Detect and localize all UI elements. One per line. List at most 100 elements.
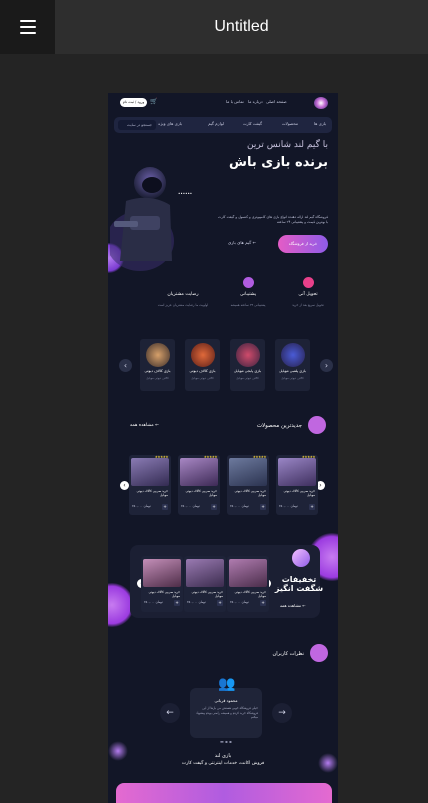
category-item[interactable]: بازی های ویژه [158,121,182,126]
section-icon [308,416,326,434]
carousel-next-button[interactable]: › [320,359,333,372]
hero-title: برنده بازی باش [229,155,328,170]
feature-desc: تحویل سریع بعد از خرید [292,303,324,307]
add-to-cart-icon[interactable]: + [162,504,168,510]
arrow-left-icon: ← [252,240,257,245]
app-bar: Untitled [0,0,428,54]
category-item[interactable]: لوازم گیم [208,121,224,126]
feature-title: پشتیبانی [239,292,257,297]
game-image [236,343,260,367]
game-title: بازی پلمبی موبایل [279,369,306,373]
discount-name: خرید سی‌پی کالاف دیوتی موبایل [234,590,266,598]
game-card[interactable]: بازی پلمبی موبایل کالاف دیوتی موبایل [275,339,310,391]
add-to-cart-icon[interactable]: + [174,600,180,606]
game-title: بازی کالاف دیوتی [144,369,171,373]
add-to-cart-icon[interactable]: + [260,600,266,606]
discount-see-all[interactable]: مشاهده همه ← [280,603,306,608]
reviews-title: نظرات کاربران [272,651,304,657]
section-title: جدیدترین محصولات [256,423,302,429]
feature-item: پشتیبانی پشتیبانی ۲۴ ساعته همیشه [218,277,278,307]
product-price: ۲۵۰,۰۰۰ تومان [230,504,249,508]
rating-stars: ★★★★★ [252,455,267,459]
search-input[interactable]: جستجو در سایت [118,120,156,130]
product-image [180,458,218,486]
discount-card[interactable]: خرید سی‌پی کالاف دیوتی موبایل ۲۵۰,۰۰۰ تو… [184,556,226,612]
hero-description: فروشگاه گیم لند ارائه دهنده انواع بازی ه… [218,215,328,224]
hero-subtitle: با گیم لند شانس ترین [247,140,328,150]
games-button[interactable]: گیم های بازی ← [228,240,256,245]
product-name: خرید سی‌پی کالاف دیوتی موبایل [185,489,217,497]
feature-desc: پشتیبانی ۲۴ ساعته همیشه [230,303,266,307]
add-to-cart-icon[interactable]: + [260,504,266,510]
product-card[interactable]: ★★★★★ خرید سی‌پی کالاف دیوتی موبایل ۲۵۰,… [178,455,220,515]
nav-link[interactable]: صفحه اصلی [266,99,287,104]
rating-stars: ★★★★★ [203,455,218,459]
feature-title: تحویل آنی [298,292,318,297]
rating-stars: ★★★★★ [154,455,169,459]
shop-button[interactable]: خرید از فروشگاه [278,235,328,253]
game-sub: کالاف دیوتی موبایل [191,376,214,380]
site-logo[interactable] [314,97,328,109]
product-card[interactable]: ★★★★★ خرید سی‌پی کالاف دیوتی موبایل ۲۵۰,… [129,455,171,515]
add-to-cart-icon[interactable]: + [309,504,315,510]
products-prev-button[interactable]: ‹ [120,481,129,490]
category-item[interactable]: گیفت کارت [243,121,262,126]
support-icon [242,277,254,288]
nav-link[interactable]: درباره ما [248,99,263,104]
hamburger-icon[interactable] [0,0,55,54]
reviews-icon [310,644,328,662]
discount-image [186,559,224,587]
astronaut-illustration [110,167,174,271]
product-card[interactable]: ★★★★★ خرید سی‌پی کالاف دیوتی موبایل ۲۵۰,… [227,455,269,515]
discount-icon [292,549,310,567]
product-name: خرید سی‌پی کالاف دیوتی موبایل [283,489,315,497]
discount-title: تخفیفات شگفت انگیز [274,575,324,593]
game-image [191,343,215,367]
game-card[interactable]: بازی کالاف دیوتی کالاف دیوتی موبایل [140,339,175,391]
reviews-next-button[interactable]: → [272,703,292,723]
discount-name: خرید سی‌پی کالاف دیوتی موبایل [191,590,223,598]
rating-stars: ★★★★★ [301,455,316,459]
game-sub: کالاف دیوتی موبایل [146,376,169,380]
add-to-cart-icon[interactable]: + [211,504,217,510]
page-preview[interactable]: تماس با ما درباره ما صفحه اصلی 🛒 ورود / … [108,93,338,803]
product-price: ۲۵۰,۰۰۰ تومان [181,504,200,508]
cart-icon[interactable]: 🛒 [150,98,157,105]
add-to-cart-icon[interactable]: + [217,600,223,606]
review-text: خیلی فروشگاه خوبی هستش من بارها از این ف… [196,706,258,720]
category-bar: بازی ها محصولات گیفت کارت لوازم گیم بازی… [114,117,332,133]
user-avatar-icon: 👥 [218,676,236,692]
game-image [281,343,305,367]
product-image [131,458,169,486]
footer-tagline: فروش اکانت، خدمات اینترنتی و گیفت کارت [181,761,265,766]
see-all-link[interactable]: مشاهده همه ← [130,423,159,428]
carousel-prev-button[interactable]: ‹ [119,359,132,372]
product-name: خرید سی‌پی کالاف دیوتی موبایل [136,489,168,497]
category-item[interactable]: محصولات [282,121,298,126]
discount-price: ۲۵۰,۰۰۰ تومان [144,600,163,604]
reviewer-name: محمود قربانی [214,698,238,703]
discount-card[interactable]: خرید سی‌پی کالاف دیوتی موبایل ۲۵۰,۰۰۰ تو… [227,556,269,612]
game-title: بازی پابجی موبایل [234,369,261,373]
discount-price: ۲۵۰,۰۰۰ تومان [187,600,206,604]
game-card[interactable]: بازی کالاف دیوتی کالاف دیوتی موبایل [185,339,220,391]
discount-image [143,559,181,587]
game-sub: کالاف دیوتی موبایل [281,376,304,380]
product-card[interactable]: ★★★★★ خرید سی‌پی کالاف دیوتی موبایل ۲۵۰,… [276,455,318,515]
feature-desc: اولویت ما رضایت مشتریان عزیز است [157,303,209,307]
discount-card[interactable]: خرید سی‌پی کالاف دیوتی موبایل ۲۵۰,۰۰۰ تو… [141,556,183,612]
see-all-label: مشاهده همه [130,423,154,428]
login-button[interactable]: ورود / ثبت نام [120,98,147,107]
feature-item: رضایت مشتریان اولویت ما رضایت مشتریان عز… [153,277,213,307]
game-sub: کالاف دیوتی موبایل [236,376,259,380]
games-button-label: گیم های بازی [228,240,252,245]
reviews-prev-button[interactable]: ← [160,703,180,723]
pagination-dots: ▬ ▪ ▪ [220,739,232,744]
discount-see-all-label: مشاهده همه [280,603,302,608]
game-card[interactable]: بازی پابجی موبایل کالاف دیوتی موبایل [230,339,265,391]
nav-link[interactable]: تماس با ما [226,99,244,104]
product-name: خرید سی‌پی کالاف دیوتی موبایل [234,489,266,497]
category-item[interactable]: بازی ها [314,121,326,126]
satisfaction-icon [178,277,189,288]
review-card: 👥 محمود قربانی خیلی فروشگاه خوبی هستش من… [190,676,262,738]
